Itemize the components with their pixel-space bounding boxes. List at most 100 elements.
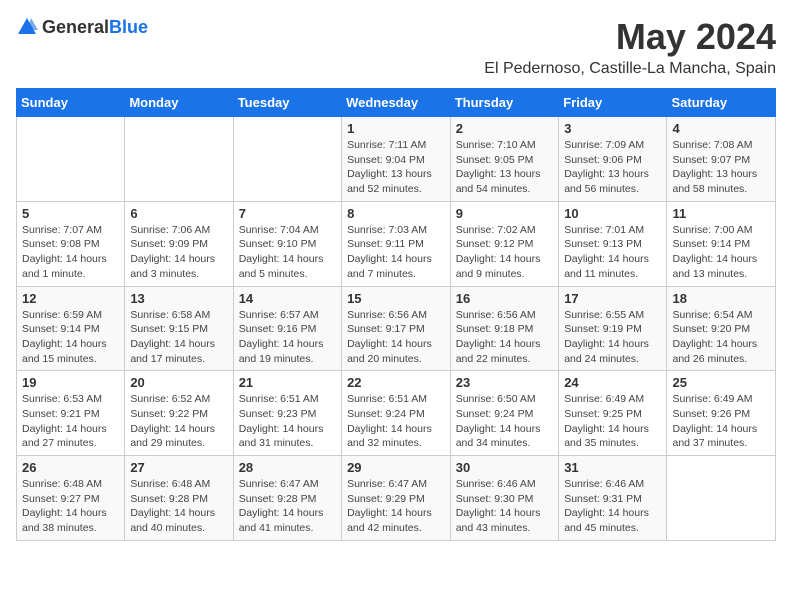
day-number-13: 13 [130, 291, 227, 306]
day-cell-12: 10Sunrise: 7:01 AM Sunset: 9:13 PM Dayli… [559, 201, 667, 286]
day-cell-10: 8 Sunrise: 7:03 AM Sunset: 9:11 PM Daylig… [342, 201, 451, 286]
day-info-28: Sunrise: 6:47 AM Sunset: 9:28 PM Dayligh… [239, 477, 336, 536]
header: GeneralBlue May 2024 El Pedernoso, Casti… [16, 16, 776, 78]
header-tuesday: Tuesday [233, 89, 341, 117]
header-friday: Friday [559, 89, 667, 117]
day-cell-7: 5Sunrise: 7:07 AM Sunset: 9:08 PM Daylig… [17, 201, 125, 286]
day-number-10: 10 [564, 206, 661, 221]
day-cell-6: 4 Sunrise: 7:08 AM Sunset: 9:07 PM Daylig… [667, 117, 776, 202]
header-monday: Monday [125, 89, 233, 117]
day-number-12: 12 [22, 291, 119, 306]
day-cell-8: 6 Sunrise: 7:06 AM Sunset: 9:09 PM Daylig… [125, 201, 233, 286]
day-number-16: 16 [456, 291, 553, 306]
day-info-25: Sunrise: 6:49 AM Sunset: 9:26 PM Dayligh… [672, 392, 770, 451]
day-info-21: Sunrise: 6:51 AM Sunset: 9:23 PM Dayligh… [239, 392, 336, 451]
week-row-5: 26 Sunrise: 6:48 AM Sunset: 9:27 PM Dayli… [17, 456, 776, 541]
day-cell-34 [667, 456, 776, 541]
day-info-18: Sunrise: 6:54 AM Sunset: 9:20 PM Dayligh… [672, 308, 770, 367]
day-number-4: 4 [672, 121, 770, 136]
day-info-2: Sunrise: 7:10 AM Sunset: 9:05 PM Dayligh… [456, 138, 553, 197]
logo-icon [16, 16, 38, 38]
day-number-30: 30 [456, 460, 553, 475]
day-cell-21: 19Sunrise: 6:53 AM Sunset: 9:21 PM Dayli… [17, 371, 125, 456]
day-number-8: 8 [347, 206, 445, 221]
day-number-9: 9 [456, 206, 553, 221]
day-cell-17: 15 Sunrise: 6:56 AM Sunset: 9:17 PM Dayli… [342, 286, 451, 371]
day-info-26: Sunrise: 6:48 AM Sunset: 9:27 PM Dayligh… [22, 477, 119, 536]
day-cell-25: 23 Sunrise: 6:50 AM Sunset: 9:24 PM Dayli… [450, 371, 558, 456]
header-sunday: Sunday [17, 89, 125, 117]
logo-text-general: General [42, 17, 109, 37]
day-info-30: Sunrise: 6:46 AM Sunset: 9:30 PM Dayligh… [456, 477, 553, 536]
day-cell-3: 1 Sunrise: 7:11 AM Sunset: 9:04 PM Daylig… [342, 117, 451, 202]
day-cell-15: 13Sunrise: 6:58 AM Sunset: 9:15 PM Dayli… [125, 286, 233, 371]
location-title: El Pedernoso, Castille-La Mancha, Spain [484, 60, 776, 78]
header-thursday: Thursday [450, 89, 558, 117]
day-info-15: Sunrise: 6:56 AM Sunset: 9:17 PM Dayligh… [347, 308, 445, 367]
day-cell-2 [233, 117, 341, 202]
day-number-18: 18 [672, 291, 770, 306]
day-info-1: Sunrise: 7:11 AM Sunset: 9:04 PM Dayligh… [347, 138, 445, 197]
day-cell-14: 12 Sunrise: 6:59 AM Sunset: 9:14 PM Dayli… [17, 286, 125, 371]
day-cell-4: 2 Sunrise: 7:10 AM Sunset: 9:05 PM Daylig… [450, 117, 558, 202]
week-row-3: 12 Sunrise: 6:59 AM Sunset: 9:14 PM Dayli… [17, 286, 776, 371]
day-info-31: Sunrise: 6:46 AM Sunset: 9:31 PM Dayligh… [564, 477, 661, 536]
day-cell-27: 25 Sunrise: 6:49 AM Sunset: 9:26 PM Dayli… [667, 371, 776, 456]
day-cell-11: 9Sunrise: 7:02 AM Sunset: 9:12 PM Daylig… [450, 201, 558, 286]
day-cell-23: 21 Sunrise: 6:51 AM Sunset: 9:23 PM Dayli… [233, 371, 341, 456]
day-number-17: 17 [564, 291, 661, 306]
day-info-12: Sunrise: 6:59 AM Sunset: 9:14 PM Dayligh… [22, 308, 119, 367]
day-cell-22: 20Sunrise: 6:52 AM Sunset: 9:22 PM Dayli… [125, 371, 233, 456]
day-info-8: Sunrise: 7:03 AM Sunset: 9:11 PM Dayligh… [347, 223, 445, 282]
month-title: May 2024 [484, 16, 776, 58]
day-number-25: 25 [672, 375, 770, 390]
day-info-6: Sunrise: 7:06 AM Sunset: 9:09 PM Dayligh… [130, 223, 227, 282]
day-number-26: 26 [22, 460, 119, 475]
logo-text-blue: Blue [109, 17, 148, 37]
week-row-4: 19Sunrise: 6:53 AM Sunset: 9:21 PM Dayli… [17, 371, 776, 456]
day-number-21: 21 [239, 375, 336, 390]
day-number-15: 15 [347, 291, 445, 306]
day-cell-26: 24 Sunrise: 6:49 AM Sunset: 9:25 PM Dayli… [559, 371, 667, 456]
day-info-5: Sunrise: 7:07 AM Sunset: 9:08 PM Dayligh… [22, 223, 119, 282]
day-cell-33: 31Sunrise: 6:46 AM Sunset: 9:31 PM Dayli… [559, 456, 667, 541]
calendar-table: Sunday Monday Tuesday Wednesday Thursday… [16, 88, 776, 541]
day-cell-13: 11Sunrise: 7:00 AM Sunset: 9:14 PM Dayli… [667, 201, 776, 286]
title-area: May 2024 El Pedernoso, Castille-La Manch… [484, 16, 776, 78]
day-cell-5: 3Sunrise: 7:09 AM Sunset: 9:06 PM Daylig… [559, 117, 667, 202]
day-cell-32: 30 Sunrise: 6:46 AM Sunset: 9:30 PM Dayli… [450, 456, 558, 541]
day-number-24: 24 [564, 375, 661, 390]
day-info-3: Sunrise: 7:09 AM Sunset: 9:06 PM Dayligh… [564, 138, 661, 197]
day-number-14: 14 [239, 291, 336, 306]
day-number-1: 1 [347, 121, 445, 136]
day-number-23: 23 [456, 375, 553, 390]
week-row-2: 5Sunrise: 7:07 AM Sunset: 9:08 PM Daylig… [17, 201, 776, 286]
day-cell-0 [17, 117, 125, 202]
day-number-2: 2 [456, 121, 553, 136]
day-cell-24: 22 Sunrise: 6:51 AM Sunset: 9:24 PM Dayli… [342, 371, 451, 456]
day-cell-20: 18 Sunrise: 6:54 AM Sunset: 9:20 PM Dayli… [667, 286, 776, 371]
day-number-19: 19 [22, 375, 119, 390]
day-info-22: Sunrise: 6:51 AM Sunset: 9:24 PM Dayligh… [347, 392, 445, 451]
day-info-27: Sunrise: 6:48 AM Sunset: 9:28 PM Dayligh… [130, 477, 227, 536]
day-cell-9: 7Sunrise: 7:04 AM Sunset: 9:10 PM Daylig… [233, 201, 341, 286]
day-info-14: Sunrise: 6:57 AM Sunset: 9:16 PM Dayligh… [239, 308, 336, 367]
logo: GeneralBlue [16, 16, 148, 38]
day-info-16: Sunrise: 6:56 AM Sunset: 9:18 PM Dayligh… [456, 308, 553, 367]
day-info-24: Sunrise: 6:49 AM Sunset: 9:25 PM Dayligh… [564, 392, 661, 451]
day-cell-29: 27Sunrise: 6:48 AM Sunset: 9:28 PM Dayli… [125, 456, 233, 541]
day-info-11: Sunrise: 7:00 AM Sunset: 9:14 PM Dayligh… [672, 223, 770, 282]
day-cell-31: 29Sunrise: 6:47 AM Sunset: 9:29 PM Dayli… [342, 456, 451, 541]
day-cell-28: 26 Sunrise: 6:48 AM Sunset: 9:27 PM Dayli… [17, 456, 125, 541]
header-saturday: Saturday [667, 89, 776, 117]
day-info-4: Sunrise: 7:08 AM Sunset: 9:07 PM Dayligh… [672, 138, 770, 197]
day-info-17: Sunrise: 6:55 AM Sunset: 9:19 PM Dayligh… [564, 308, 661, 367]
day-cell-18: 16 Sunrise: 6:56 AM Sunset: 9:18 PM Dayli… [450, 286, 558, 371]
day-number-7: 7 [239, 206, 336, 221]
day-cell-1 [125, 117, 233, 202]
week-row-1: 1 Sunrise: 7:11 AM Sunset: 9:04 PM Daylig… [17, 117, 776, 202]
day-cell-16: 14 Sunrise: 6:57 AM Sunset: 9:16 PM Dayli… [233, 286, 341, 371]
day-info-23: Sunrise: 6:50 AM Sunset: 9:24 PM Dayligh… [456, 392, 553, 451]
day-number-6: 6 [130, 206, 227, 221]
day-number-22: 22 [347, 375, 445, 390]
